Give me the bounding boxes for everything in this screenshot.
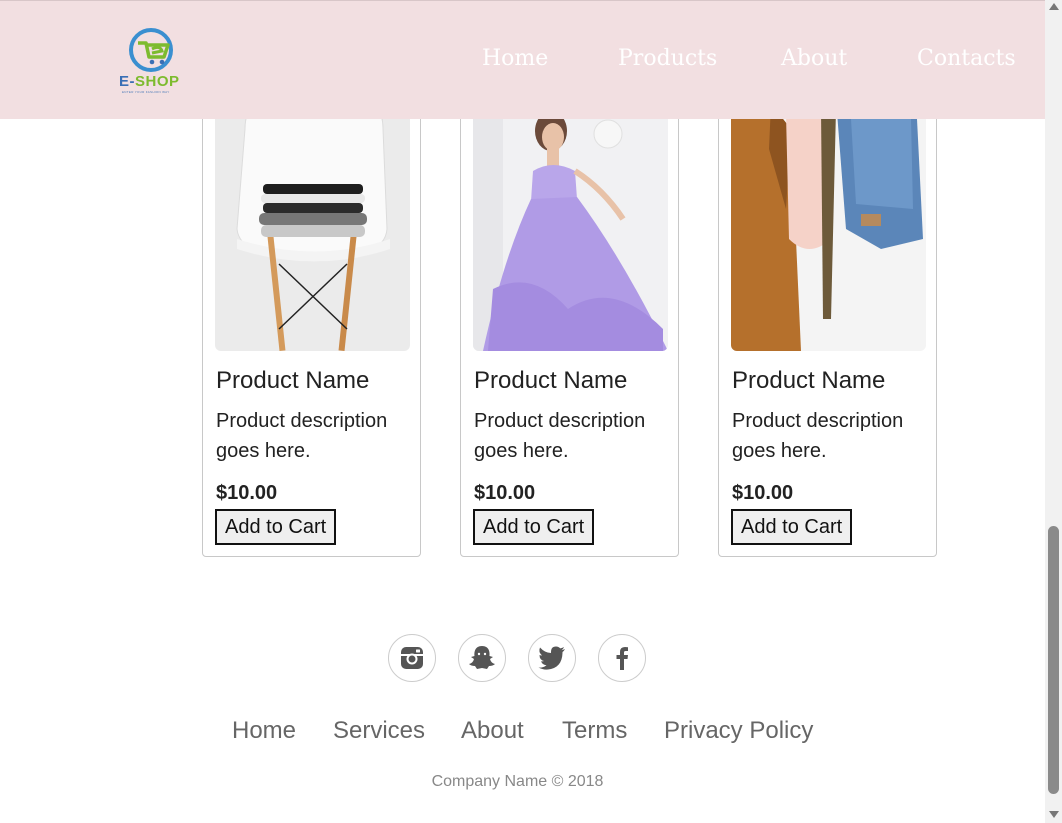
product-image xyxy=(215,89,410,351)
snapchat-icon xyxy=(469,646,495,669)
footer-link-home[interactable]: Home xyxy=(232,717,296,745)
product-card: Product Name Product description goes he… xyxy=(460,88,679,557)
product-price: $10.00 xyxy=(474,482,536,504)
instagram-button[interactable] xyxy=(388,634,436,682)
snapchat-button[interactable] xyxy=(458,634,506,682)
page: Product Name Product description goes he… xyxy=(0,0,1045,823)
product-card: Product Name Product description goes he… xyxy=(718,88,937,557)
nav-about[interactable]: About xyxy=(781,46,847,71)
footer-link-privacy-policy[interactable]: Privacy Policy xyxy=(664,717,813,745)
footer-link-about[interactable]: About xyxy=(461,717,524,745)
copyright-text: Company Name © 2018 xyxy=(431,773,604,790)
product-name: Product Name xyxy=(474,367,628,394)
logo-tagline: ENTER YOUR FASHION WAY xyxy=(122,90,170,94)
nav-home[interactable]: Home xyxy=(482,46,548,71)
product-description: Product description goes here. xyxy=(216,410,388,462)
product-price: $10.00 xyxy=(732,482,794,504)
facebook-button[interactable] xyxy=(598,634,646,682)
add-to-cart-button[interactable]: Add to Cart xyxy=(215,509,337,545)
add-to-cart-button[interactable]: Add to Cart xyxy=(473,509,595,545)
logo-text: E-SHOP xyxy=(119,73,180,90)
vertical-scrollbar[interactable] xyxy=(1045,0,1062,823)
product-name: Product Name xyxy=(732,367,886,394)
facebook-icon xyxy=(616,647,628,670)
twitter-button[interactable] xyxy=(528,634,576,682)
twitter-icon xyxy=(538,646,565,670)
site-header: E-SHOP ENTER YOUR FASHION WAY Home Produ… xyxy=(0,0,1045,119)
footer-link-terms[interactable]: Terms xyxy=(562,717,627,745)
product-description: Product description goes here. xyxy=(474,410,646,462)
add-to-cart-button[interactable]: Add to Cart xyxy=(731,509,853,545)
scrollbar-thumb[interactable] xyxy=(1048,526,1059,794)
nav-products[interactable]: Products xyxy=(618,46,717,71)
nav-contacts[interactable]: Contacts xyxy=(917,46,1016,71)
product-description: Product description goes here. xyxy=(732,410,904,462)
product-card: Product Name Product description goes he… xyxy=(202,88,421,557)
footer-link-services[interactable]: Services xyxy=(333,717,425,745)
product-name: Product Name xyxy=(216,367,370,394)
scroll-down-arrow-icon[interactable] xyxy=(1049,811,1059,818)
product-image xyxy=(473,89,668,351)
instagram-icon xyxy=(401,647,423,669)
scroll-up-arrow-icon[interactable] xyxy=(1049,3,1059,10)
product-price: $10.00 xyxy=(216,482,278,504)
product-image xyxy=(731,89,926,351)
